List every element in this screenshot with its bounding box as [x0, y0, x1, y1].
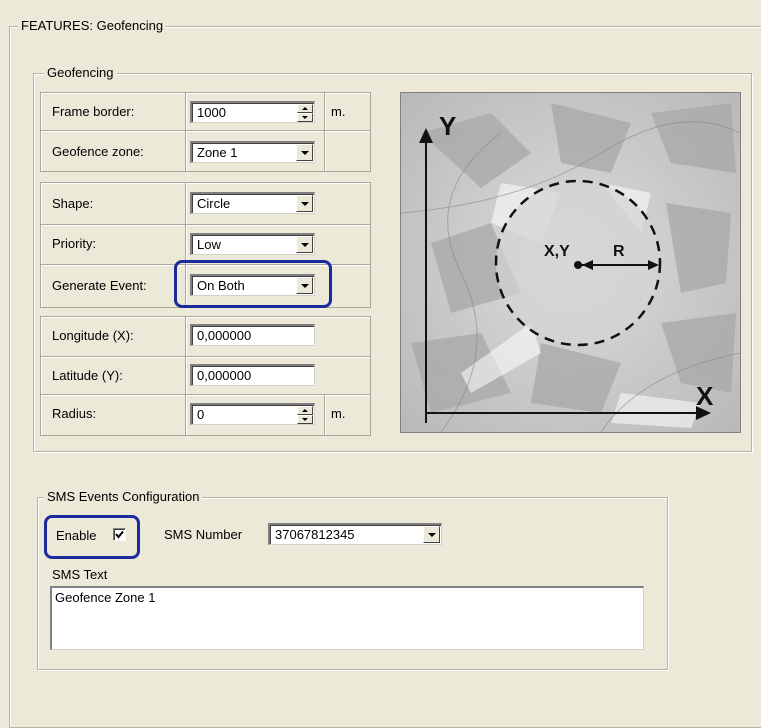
frame-border-label: Frame border: — [52, 104, 135, 119]
sms-text-input[interactable]: Geofence Zone 1 — [50, 586, 644, 650]
priority-select[interactable]: Low — [190, 233, 315, 255]
latitude-value: 0,000000 — [197, 368, 252, 383]
chevron-down-icon[interactable] — [423, 526, 440, 543]
latitude-input[interactable]: 0,000000 — [190, 364, 315, 386]
geofencing-group-title: Geofencing — [44, 65, 117, 80]
frame-border-value: 1000 — [197, 105, 226, 120]
enable-highlight — [44, 515, 140, 559]
chevron-down-icon[interactable] — [296, 236, 313, 253]
longitude-label: Longitude (X): — [52, 328, 134, 343]
sms-text-value: Geofence Zone 1 — [55, 590, 156, 605]
latitude-label: Latitude (Y): — [52, 368, 123, 383]
sms-text-label: SMS Text — [52, 567, 108, 582]
priority-label: Priority: — [52, 236, 97, 251]
radius-label-diagram: R — [613, 243, 625, 260]
shape-value: Circle — [197, 196, 231, 211]
geofence-diagram: Y X X,Y R — [400, 92, 741, 433]
radius-input[interactable]: 0 — [190, 403, 315, 425]
shape-select[interactable]: Circle — [190, 192, 315, 214]
sms-number-value: 37067812345 — [275, 527, 355, 542]
sms-number-label: SMS Number — [164, 527, 243, 542]
longitude-value: 0,000000 — [197, 328, 252, 343]
radius-spinner[interactable] — [297, 406, 313, 424]
radius-unit: m. — [331, 406, 346, 421]
spin-down-icon[interactable] — [297, 113, 313, 122]
geofence-diagram-svg: Y X X,Y R — [401, 93, 740, 432]
sms-events-group-title: SMS Events Configuration — [44, 489, 203, 504]
generate-event-highlight — [174, 260, 332, 308]
chevron-down-icon[interactable] — [296, 144, 313, 161]
frame-border-unit: m. — [331, 104, 346, 119]
geofence-zone-label: Geofence zone: — [52, 144, 144, 159]
chevron-down-icon[interactable] — [296, 195, 313, 212]
center-point — [574, 261, 582, 269]
frame-border-spinner[interactable] — [297, 104, 313, 122]
features-group-title: FEATURES: Geofencing — [18, 18, 167, 33]
x-axis-label: X — [696, 381, 714, 411]
frame-border-input[interactable]: 1000 — [190, 101, 315, 123]
radius-value: 0 — [197, 407, 205, 422]
spin-up-icon[interactable] — [297, 406, 313, 415]
spin-up-icon[interactable] — [297, 104, 313, 113]
generate-event-label: Generate Event: — [52, 278, 147, 293]
y-axis-label: Y — [439, 111, 456, 141]
spin-down-icon[interactable] — [297, 415, 313, 424]
shape-label: Shape: — [52, 196, 94, 211]
geofence-zone-value: Zone 1 — [197, 145, 238, 160]
longitude-input[interactable]: 0,000000 — [190, 324, 315, 346]
center-label: X,Y — [544, 243, 570, 260]
sms-number-select[interactable]: 37067812345 — [268, 523, 442, 545]
radius-label: Radius: — [52, 406, 97, 421]
geofence-zone-empty-cell — [324, 130, 371, 172]
priority-value: Low — [197, 237, 221, 252]
geofence-zone-select[interactable]: Zone 1 — [190, 141, 315, 163]
